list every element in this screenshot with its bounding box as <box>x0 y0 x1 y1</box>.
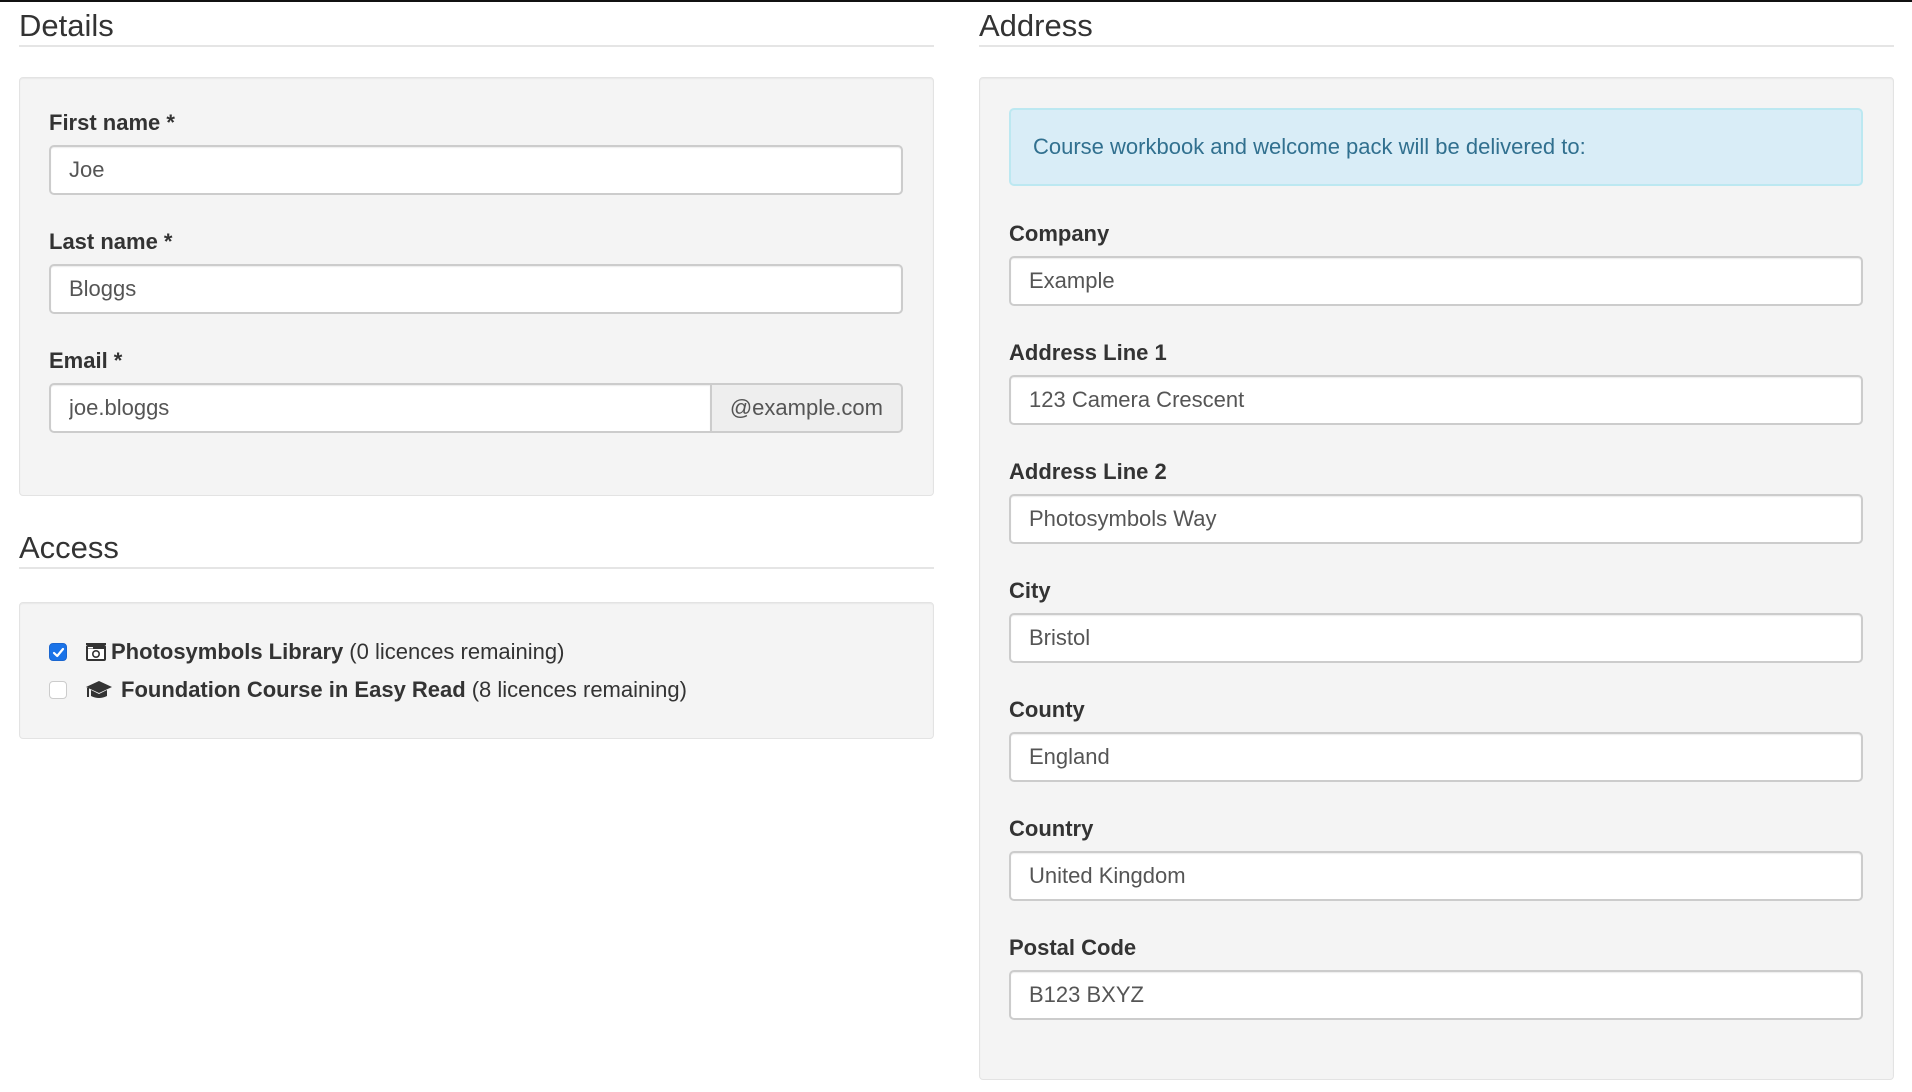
access-panel: Photosymbols Library (0 licences remaini… <box>19 602 934 739</box>
company-group: Company <box>1009 221 1863 306</box>
country-label: Country <box>1009 816 1094 841</box>
address-line-1-group: Address Line 1 <box>1009 340 1863 425</box>
address-heading: Address <box>979 2 1894 47</box>
county-label: County <box>1009 697 1085 722</box>
last-name-group: Last name * <box>49 229 903 314</box>
delivery-info-alert: Course workbook and welcome pack will be… <box>1009 108 1863 186</box>
address-panel: Course workbook and welcome pack will be… <box>979 77 1894 1080</box>
foundation-course-name: Foundation Course in Easy Read <box>121 677 466 702</box>
last-name-input[interactable] <box>49 264 903 314</box>
address-line-2-input[interactable] <box>1009 494 1863 544</box>
right-column: Address Course workbook and welcome pack… <box>979 2 1894 1080</box>
photosymbols-library-licences: (0 licences remaining) <box>349 639 565 664</box>
email-group: Email * @example.com <box>49 348 903 433</box>
foundation-course-checkbox[interactable] <box>49 681 67 699</box>
county-input[interactable] <box>1009 732 1863 782</box>
access-heading: Access <box>19 524 934 569</box>
first-name-input[interactable] <box>49 145 903 195</box>
last-name-label: Last name * <box>49 229 173 254</box>
left-column: Details First name * Last name * Email *… <box>19 2 934 739</box>
email-input[interactable] <box>49 383 712 433</box>
photosymbols-library-checkbox[interactable] <box>49 643 67 661</box>
details-heading: Details <box>19 2 934 47</box>
country-input[interactable] <box>1009 851 1863 901</box>
email-domain-addon: @example.com <box>711 383 903 433</box>
city-input[interactable] <box>1009 613 1863 663</box>
city-label: City <box>1009 578 1051 603</box>
access-item-foundation-course: Foundation Course in Easy Read (8 licenc… <box>49 675 687 705</box>
city-group: City <box>1009 578 1863 663</box>
address-line-2-label: Address Line 2 <box>1009 459 1167 484</box>
address-line-1-label: Address Line 1 <box>1009 340 1167 365</box>
first-name-label: First name * <box>49 110 175 135</box>
email-label: Email * <box>49 348 123 373</box>
address-line-1-input[interactable] <box>1009 375 1863 425</box>
foundation-course-licences: (8 licences remaining) <box>471 677 687 702</box>
address-line-2-group: Address Line 2 <box>1009 459 1863 544</box>
photosymbols-library-name: Photosymbols Library <box>111 639 344 664</box>
details-panel: First name * Last name * Email * @exampl… <box>19 77 934 496</box>
postal-code-label: Postal Code <box>1009 935 1137 960</box>
postal-code-input[interactable] <box>1009 970 1863 1020</box>
camera-icon <box>85 642 107 662</box>
first-name-group: First name * <box>49 110 903 195</box>
access-item-photosymbols-library: Photosymbols Library (0 licences remaini… <box>49 637 564 667</box>
country-group: Country <box>1009 816 1863 901</box>
email-input-group: @example.com <box>49 383 903 433</box>
company-label: Company <box>1009 221 1110 246</box>
postal-code-group: Postal Code <box>1009 935 1863 1020</box>
county-group: County <box>1009 697 1863 782</box>
company-input[interactable] <box>1009 256 1863 306</box>
graduation-cap-icon <box>85 679 113 701</box>
